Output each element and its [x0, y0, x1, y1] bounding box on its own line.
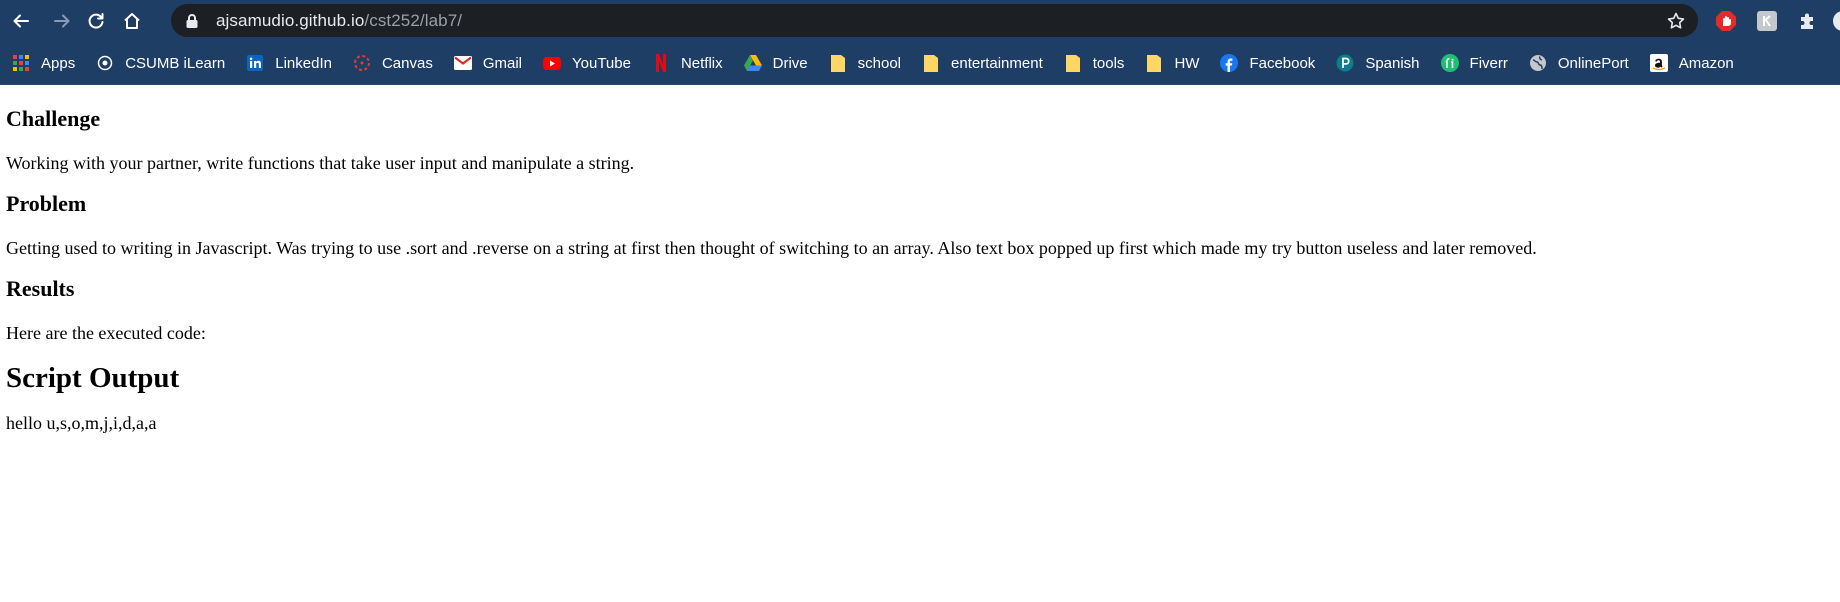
- home-button[interactable]: [115, 4, 149, 38]
- bookmark-star-icon[interactable]: [1666, 11, 1686, 36]
- facebook-icon: [1220, 54, 1239, 72]
- bookmark-label: Spanish: [1365, 54, 1420, 72]
- gmail-icon: [453, 54, 472, 72]
- bookmark-label: CSUMB iLearn: [125, 54, 226, 72]
- bookmark-youtube[interactable]: YouTube: [543, 47, 631, 79]
- challenge-text: Working with your partner, write functio…: [6, 153, 635, 173]
- bookmark-label: school: [857, 54, 902, 72]
- bookmarks-bar: Apps CSUMB iLearn LinkedIn Canvas Gmail …: [0, 42, 1840, 85]
- forward-button[interactable]: [45, 4, 79, 38]
- folder-icon: [1145, 54, 1163, 72]
- bookmark-drive[interactable]: Drive: [743, 47, 808, 79]
- netflix-icon: [652, 54, 670, 72]
- bookmark-netflix[interactable]: Netflix: [652, 47, 723, 79]
- arrow-left-icon: [13, 14, 29, 28]
- challenge-heading: Challenge: [6, 106, 101, 131]
- bookmark-fiverr[interactable]: Fiverr: [1440, 47, 1508, 79]
- results-heading: Results: [6, 276, 75, 301]
- spanish-icon: [1336, 54, 1354, 72]
- bookmark-apps[interactable]: Apps: [12, 47, 75, 79]
- reload-icon: [88, 13, 104, 29]
- problem-heading: Problem: [6, 191, 87, 216]
- amazon-icon: [1649, 54, 1668, 72]
- folder-icon: [829, 54, 847, 72]
- extensions-puzzle-icon[interactable]: [1796, 9, 1820, 33]
- address-bar[interactable]: ajsamudio.github.io/cst252/lab7/: [171, 4, 1698, 37]
- bookmark-label: Amazon: [1678, 54, 1734, 72]
- bookmark-label: Netflix: [680, 54, 723, 72]
- arrow-right-icon: [54, 14, 70, 28]
- ilearn-icon: [96, 54, 114, 72]
- bookmark-folder-entertainment[interactable]: entertainment: [922, 47, 1043, 79]
- bookmark-amazon[interactable]: Amazon: [1649, 47, 1734, 79]
- globe-icon: [1529, 54, 1547, 72]
- bookmark-folder-school[interactable]: school: [829, 47, 901, 79]
- url-text: ajsamudio.github.io/cst252/lab7/: [216, 11, 462, 31]
- script-output-text: hello u,s,o,m,j,i,d,a,a: [6, 413, 157, 433]
- lock-icon: [185, 13, 201, 29]
- adblock-extension-icon[interactable]: [1714, 9, 1738, 33]
- bookmark-csumb-ilearn[interactable]: CSUMB iLearn: [96, 47, 225, 79]
- fiverr-icon: [1440, 54, 1459, 72]
- back-button[interactable]: [4, 4, 38, 38]
- bookmark-label: Apps: [41, 54, 76, 72]
- linkedin-icon: [246, 54, 264, 72]
- bookmark-folder-tools[interactable]: tools: [1064, 47, 1125, 79]
- bookmark-label: LinkedIn: [275, 54, 332, 72]
- bookmark-label: Facebook: [1249, 54, 1316, 72]
- reload-button[interactable]: [79, 4, 113, 38]
- bookmark-label: Gmail: [482, 54, 522, 72]
- bookmark-label: HW: [1174, 54, 1200, 72]
- grey-extension-icon[interactable]: [1755, 9, 1779, 33]
- bookmark-label: Fiverr: [1469, 54, 1508, 72]
- bookmark-facebook[interactable]: Facebook: [1220, 47, 1315, 79]
- folder-icon: [922, 54, 940, 72]
- profile-avatar-icon[interactable]: [1830, 9, 1840, 33]
- url-path: /cst252/lab7/: [364, 10, 463, 30]
- bookmark-gmail[interactable]: Gmail: [453, 47, 522, 79]
- drive-icon: [743, 54, 762, 72]
- results-text: Here are the executed code:: [6, 323, 206, 343]
- bookmark-label: OnlinePort: [1557, 54, 1629, 72]
- script-output-heading: Script Output: [6, 362, 180, 394]
- page-content: Challenge Working with your partner, wri…: [0, 106, 1840, 434]
- bookmark-label: tools: [1092, 54, 1125, 72]
- url-domain: ajsamudio.github.io: [216, 10, 365, 30]
- bookmark-label: entertainment: [951, 54, 1043, 72]
- bookmark-linkedin[interactable]: LinkedIn: [246, 47, 332, 79]
- bookmark-canvas[interactable]: Canvas: [353, 47, 433, 79]
- youtube-icon: [543, 54, 561, 72]
- bookmark-label: YouTube: [572, 54, 631, 72]
- bookmark-label: Canvas: [381, 54, 433, 72]
- canvas-icon: [353, 54, 371, 72]
- home-icon: [124, 13, 140, 29]
- bookmark-folder-hw[interactable]: HW: [1145, 47, 1199, 79]
- bookmark-onlineport[interactable]: OnlinePort: [1529, 47, 1629, 79]
- apps-grid-icon: [12, 54, 30, 72]
- bookmark-spanish[interactable]: Spanish: [1336, 47, 1420, 79]
- problem-text: Getting used to writing in Javascript. W…: [6, 238, 1537, 258]
- browser-toolbar: ajsamudio.github.io/cst252/lab7/: [0, 0, 1840, 42]
- bookmark-label: Drive: [772, 54, 808, 72]
- folder-icon: [1064, 54, 1082, 72]
